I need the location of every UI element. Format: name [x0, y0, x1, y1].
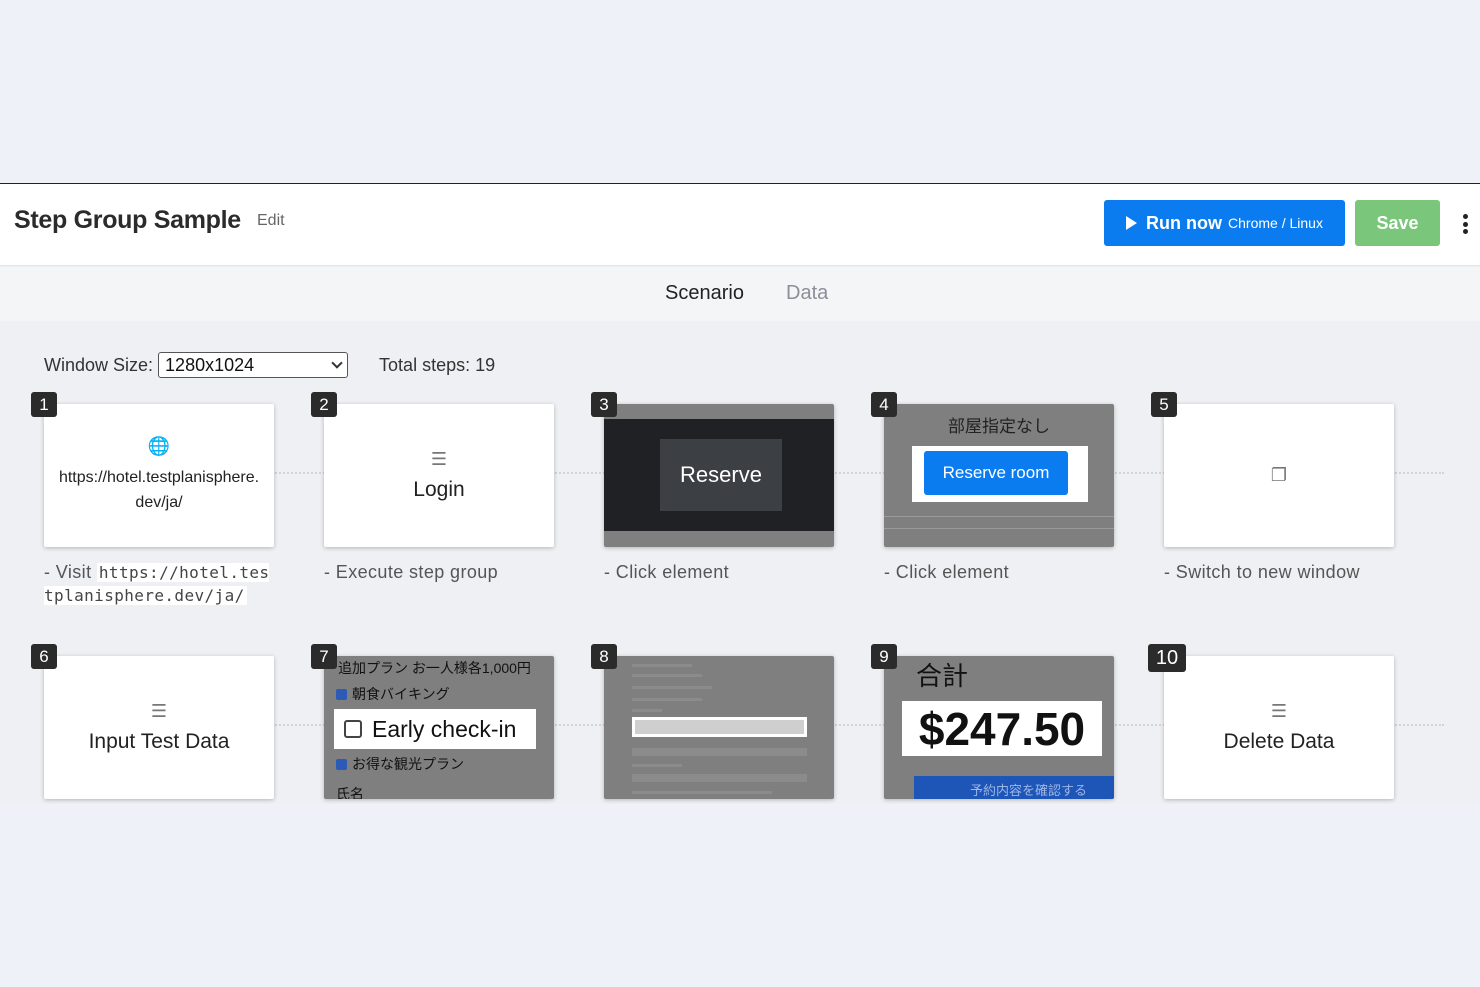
- step-card[interactable]: 🌐 https://hotel.testplanisphere.dev/ja/: [44, 404, 274, 547]
- step-number: 6: [31, 644, 57, 669]
- thumbnail-line: [632, 664, 692, 667]
- step-number: 7: [311, 644, 337, 669]
- step-number: 2: [311, 392, 337, 417]
- step-description: - Click element: [604, 562, 730, 582]
- step-thumbnail[interactable]: 追加プラン お一人様各1,000円 朝食バイキング Early check-in…: [324, 656, 554, 799]
- thumbnail-line: [632, 748, 807, 756]
- window-size-select[interactable]: 1280x1024: [158, 352, 349, 378]
- thumbnail-text: 追加プラン お一人様各1,000円: [338, 660, 531, 676]
- step-4[interactable]: 4 部屋指定なし Reserve room - Click element: [871, 392, 1114, 583]
- step-3[interactable]: 3 Reserve - Click element: [591, 392, 834, 583]
- step-description: - Click element: [884, 562, 1010, 582]
- save-button[interactable]: Save: [1355, 200, 1440, 246]
- thumbnail-reserve-button: Reserve: [660, 439, 782, 511]
- thumbnail-reserve-room-button: Reserve room: [924, 451, 1068, 495]
- thumbnail-checkbox-row: お得な観光プラン: [336, 754, 464, 774]
- step-description: - Execute step group: [324, 562, 499, 582]
- run-now-button[interactable]: Run now Chrome / Linux: [1104, 200, 1345, 246]
- window-size-value: 1280x1024: [165, 354, 255, 375]
- step-card[interactable]: ❐: [1164, 404, 1394, 547]
- step-thumbnail[interactable]: 部屋指定なし Reserve room: [884, 404, 1114, 547]
- step-9[interactable]: 9 合計 $247.50 予約内容を確認する: [871, 644, 1114, 799]
- thumbnail-total-amount: $247.50: [902, 701, 1102, 756]
- run-environment: Chrome / Linux: [1228, 215, 1323, 231]
- globe-icon: 🌐: [147, 436, 171, 456]
- more-options-icon[interactable]: [1458, 212, 1472, 236]
- step-action: Visit: [55, 562, 92, 582]
- tab-scenario[interactable]: Scenario: [665, 282, 744, 305]
- thumbnail-checkbox-row: 朝食バイキング: [336, 684, 450, 704]
- step-8[interactable]: 8: [591, 644, 834, 799]
- scenario-editor: Step Group Sample Edit Run now Chrome / …: [0, 183, 1480, 804]
- step-description: - Switch to new window: [1164, 562, 1360, 582]
- step-url: https://hotel.testplanisphere.dev/ja/: [58, 469, 260, 511]
- thumbnail-divider: [884, 528, 1114, 529]
- checklist-icon: ☰: [1270, 701, 1288, 721]
- thumbnail-line: [632, 698, 702, 701]
- step-number: 1: [31, 392, 57, 417]
- step-10[interactable]: 10 ☰ Delete Data: [1148, 644, 1394, 799]
- step-number: 5: [1151, 392, 1177, 417]
- thumbnail-confirm-button: 予約内容を確認する: [914, 776, 1114, 799]
- step-5[interactable]: 5 ❐ - Switch to new window: [1151, 392, 1394, 583]
- step-thumbnail[interactable]: 合計 $247.50 予約内容を確認する: [884, 656, 1114, 799]
- step-group-name: Input Test Data: [88, 730, 230, 753]
- thumbnail-total-label: 合計: [916, 661, 969, 691]
- step-number: 9: [871, 644, 897, 669]
- step-number: 3: [591, 392, 617, 417]
- thumbnail-heading: 部屋指定なし: [948, 417, 1050, 436]
- step-action: Switch to new window: [1175, 562, 1360, 582]
- thumbnail-text: 氏名: [336, 786, 364, 799]
- step-card[interactable]: ☰ Input Test Data: [44, 656, 274, 799]
- play-icon: [1126, 216, 1138, 230]
- edit-title-link[interactable]: Edit: [257, 212, 285, 230]
- step-thumbnail[interactable]: [604, 656, 834, 799]
- checklist-icon: ☰: [150, 701, 168, 721]
- step-action: Click element: [615, 562, 730, 582]
- step-action: Click element: [895, 562, 1010, 582]
- thumbnail-early-checkin: Early check-in: [334, 709, 536, 749]
- step-action: Execute step group: [335, 562, 499, 582]
- tab-bar: Scenario Data: [0, 267, 1480, 321]
- step-card[interactable]: ☰ Login: [324, 404, 554, 547]
- top-bar: Step Group Sample Edit Run now Chrome / …: [0, 184, 1480, 266]
- thumbnail-divider: [884, 516, 1114, 517]
- step-6[interactable]: 6 ☰ Input Test Data: [31, 644, 274, 799]
- step-card[interactable]: ☰ Delete Data: [1164, 656, 1394, 799]
- step-2[interactable]: 2 ☰ Login - Execute step group: [311, 392, 554, 583]
- thumbnail-line: [632, 709, 662, 712]
- windows-icon: ❐: [1270, 465, 1288, 485]
- step-number: 8: [591, 644, 617, 669]
- step-description: - Visit https://hotel.testplanisphere.de…: [44, 562, 270, 605]
- thumbnail-line: [632, 764, 682, 767]
- thumbnail-highlighted-field: [632, 717, 807, 737]
- step-group-name: Login: [413, 478, 465, 501]
- step-1[interactable]: 1 🌐 https://hotel.testplanisphere.dev/ja…: [31, 392, 274, 607]
- run-now-label: Run now: [1146, 212, 1223, 233]
- thumbnail-line: [632, 791, 772, 794]
- page-title: Step Group Sample: [14, 206, 241, 234]
- checklist-icon: ☰: [430, 449, 448, 469]
- chevron-down-icon: [331, 357, 343, 369]
- thumbnail-line: [632, 674, 702, 677]
- thumbnail-line: [632, 774, 807, 782]
- step-thumbnail[interactable]: Reserve: [604, 404, 834, 547]
- step-number: 10: [1148, 644, 1186, 672]
- tab-data[interactable]: Data: [786, 282, 828, 305]
- thumbnail-line: [632, 686, 712, 689]
- scenario-toolbar: Window Size: 1280x1024 Total steps: 19: [44, 352, 495, 378]
- step-group-name: Delete Data: [1223, 730, 1335, 753]
- total-steps: Total steps: 19: [379, 354, 496, 375]
- step-number: 4: [871, 392, 897, 417]
- window-size-label: Window Size:: [44, 354, 154, 375]
- step-7[interactable]: 7 追加プラン お一人様各1,000円 朝食バイキング Early check-…: [311, 644, 554, 799]
